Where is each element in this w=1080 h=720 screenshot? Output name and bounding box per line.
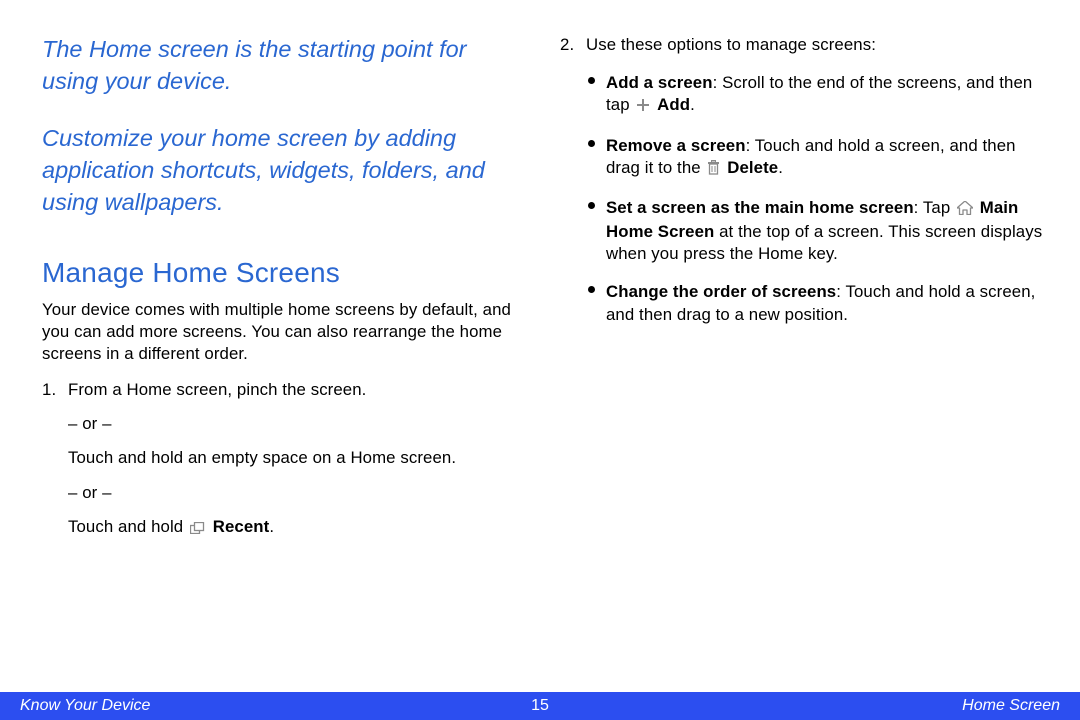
step-1-line-3-pre: Touch and hold: [68, 517, 188, 536]
bullet-reorder: Change the order of screens: Touch and h…: [606, 281, 1048, 325]
intro-paragraph-2: Customize your home screen by adding app…: [42, 123, 512, 218]
step-1-line-3-post: .: [269, 517, 274, 536]
footer-page-number: 15: [510, 697, 570, 715]
step-2: Use these options to manage screens: Add…: [586, 34, 1048, 326]
section-intro-text: Your device comes with multiple home scr…: [42, 299, 512, 366]
left-column: The Home screen is the starting point fo…: [42, 34, 512, 552]
bullet-remove-screen: Remove a screen: Touch and hold a screen…: [606, 135, 1048, 181]
step-2-intro: Use these options to manage screens:: [586, 34, 1048, 56]
document-page: The Home screen is the starting point fo…: [0, 0, 1080, 720]
step-1-or-2: – or –: [68, 482, 512, 504]
trash-icon: [707, 159, 720, 181]
step-1: From a Home screen, pinch the screen. – …: [68, 379, 512, 540]
step-1-line-3: Touch and hold Recent.: [68, 516, 512, 540]
step-1-line-2: Touch and hold an empty space on a Home …: [68, 447, 512, 469]
plus-icon: [636, 96, 650, 118]
recent-icon: [190, 518, 206, 540]
bullet-main-home: Set a screen as the main home screen: Ta…: [606, 197, 1048, 266]
bullet-main-body-pre: : Tap: [914, 198, 955, 217]
step-1-or-1: – or –: [68, 413, 512, 435]
add-label: Add: [657, 95, 690, 114]
delete-label: Delete: [727, 158, 778, 177]
bullet-remove-body-post: .: [778, 158, 783, 177]
footer-left: Know Your Device: [0, 697, 510, 715]
footer-right: Home Screen: [570, 697, 1080, 715]
ordered-steps-continued: Use these options to manage screens: Add…: [560, 34, 1048, 326]
bullet-add-title: Add a screen: [606, 73, 713, 92]
ordered-steps: From a Home screen, pinch the screen. – …: [42, 379, 512, 540]
bullet-remove-title: Remove a screen: [606, 136, 746, 155]
bullet-reorder-title: Change the order of screens: [606, 282, 836, 301]
section-heading: Manage Home Screens: [42, 257, 512, 289]
page-footer: Know Your Device 15 Home Screen: [0, 692, 1080, 720]
bullet-main-title: Set a screen as the main home screen: [606, 198, 914, 217]
bullet-add-screen: Add a screen: Scroll to the end of the s…: [606, 72, 1048, 118]
step-1-line-1: From a Home screen, pinch the screen.: [68, 379, 512, 401]
bullet-add-body-post: .: [690, 95, 695, 114]
right-column: Use these options to manage screens: Add…: [560, 34, 1048, 338]
intro-paragraph-1: The Home screen is the starting point fo…: [42, 34, 512, 97]
recent-label: Recent: [213, 517, 270, 536]
step-2-bullets: Add a screen: Scroll to the end of the s…: [586, 72, 1048, 326]
home-icon: [957, 199, 973, 221]
